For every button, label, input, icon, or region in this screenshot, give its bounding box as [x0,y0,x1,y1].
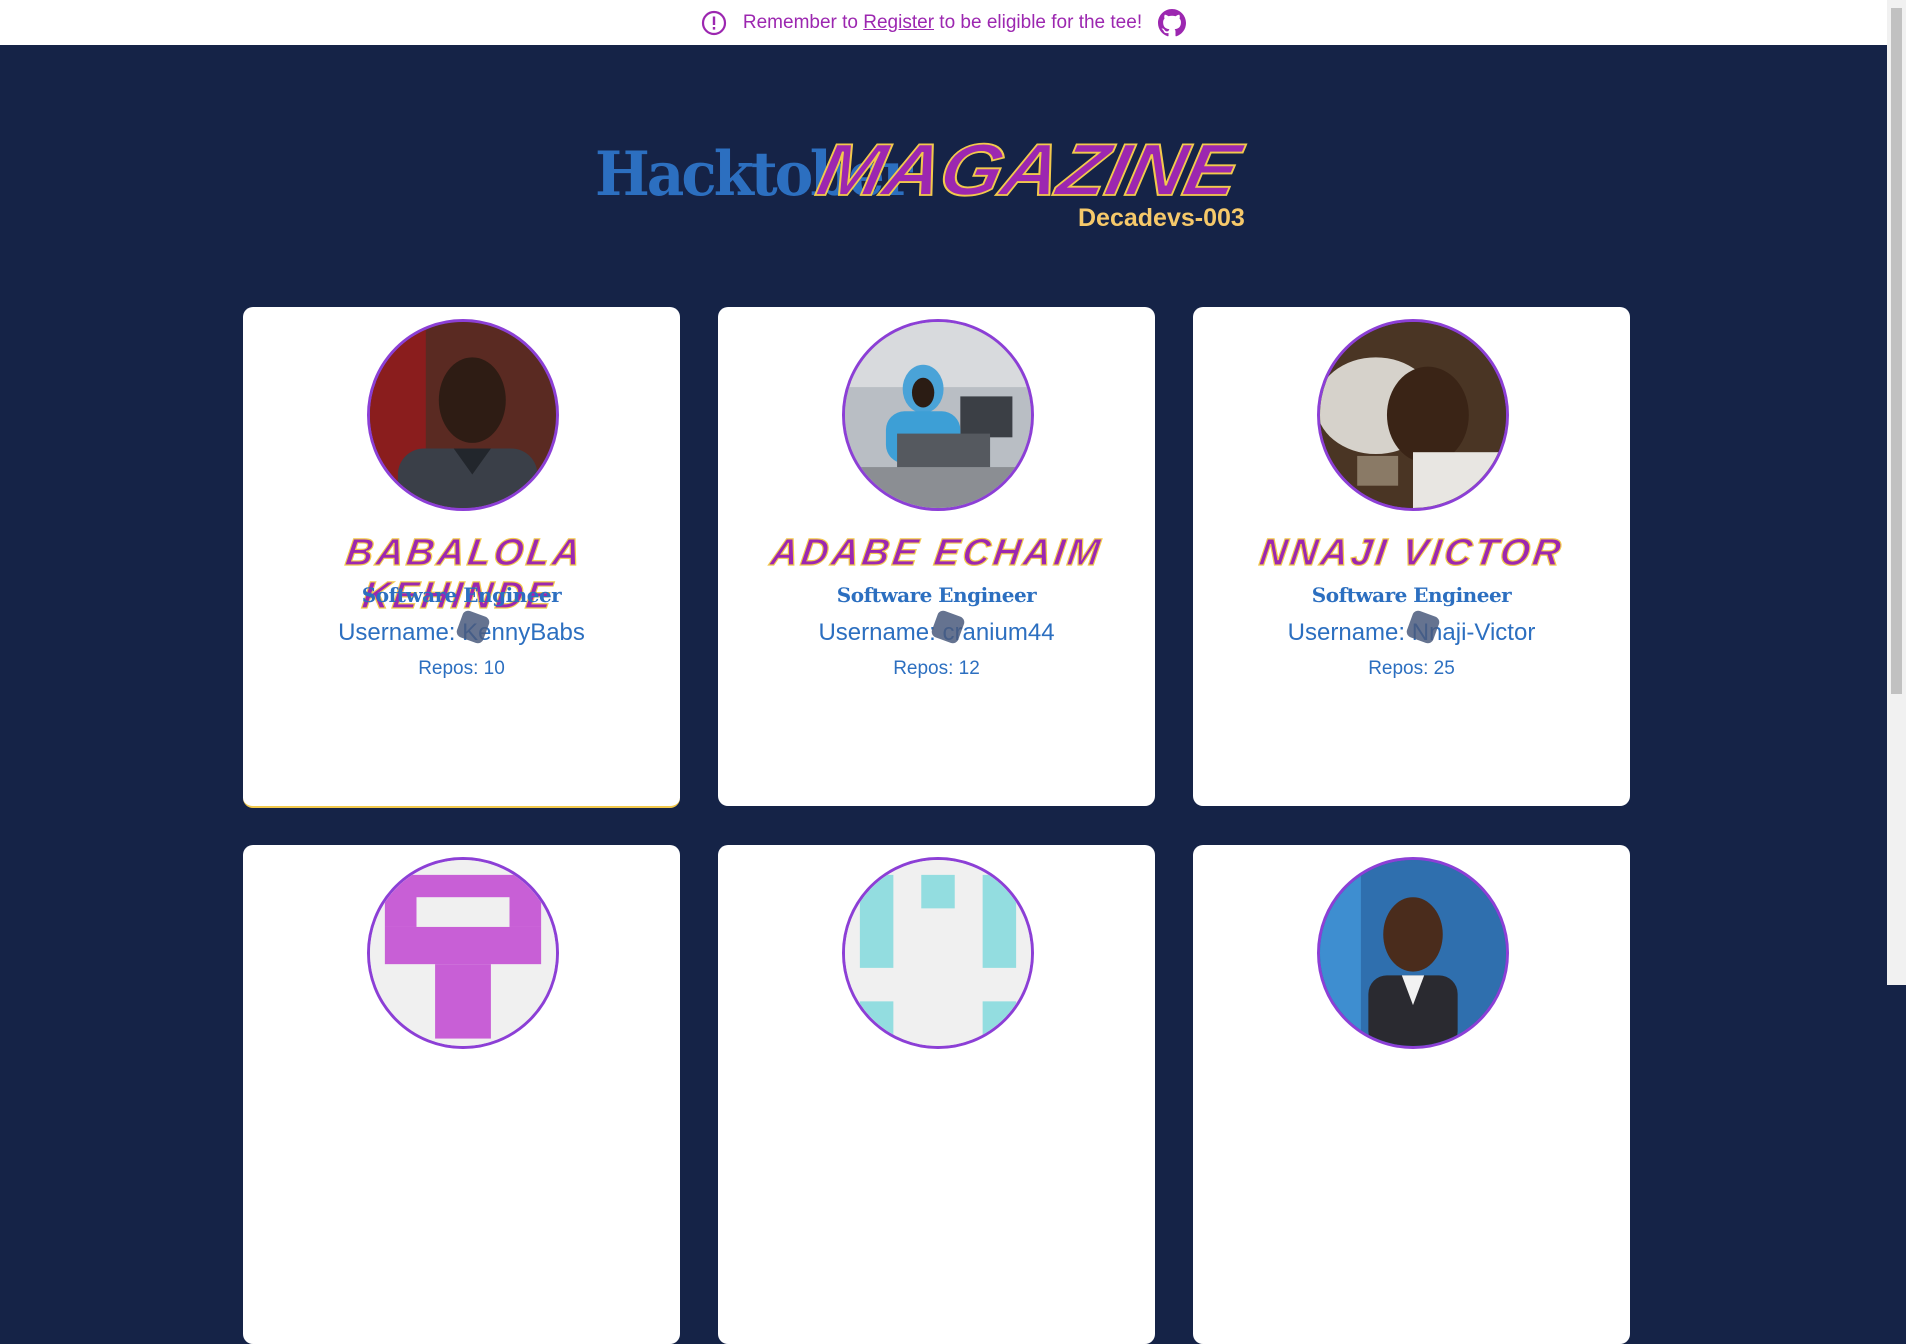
scrollbar-thumb[interactable] [1891,8,1902,694]
banner-message: Remember to Register to be eligible for … [743,12,1142,34]
profile-repos: Repos: 12 [893,658,980,679]
profile-name: NNAJI VICTOR [1256,531,1567,574]
avatar [367,319,559,511]
profile-card[interactable] [718,845,1155,1344]
page-scrollbar[interactable] [1887,0,1906,985]
avatar [842,857,1034,1049]
banner-text-before: Remember to [742,11,864,33]
profile-role: Software Engineer [361,583,562,607]
profile-card[interactable]: BABALOLA KEHINDE Software Engineer Usern… [243,307,680,808]
register-link[interactable]: Register [863,12,934,33]
profile-role: Software Engineer [1311,583,1512,607]
avatar [1317,857,1509,1049]
github-icon[interactable] [1158,8,1187,37]
profile-name: ADABE ECHAIM [767,531,1106,574]
hacktober-magazine-logo: Hacktober MAGAZINE Decadevs-003 [595,128,1255,238]
logo-subtitle: Decadevs-003 [1078,204,1245,232]
avatar [1317,319,1509,511]
alert-circle-icon [701,10,727,36]
profile-card[interactable]: NNAJI VICTOR Software Engineer Username:… [1193,307,1630,806]
profile-repos: Repos: 25 [1368,658,1455,679]
profile-card[interactable]: ADABE ECHAIM Software Engineer Username:… [718,307,1155,806]
avatar [367,857,559,1049]
avatar [842,319,1034,511]
profile-card[interactable] [1193,845,1630,1344]
profile-role: Software Engineer [836,583,1037,607]
announcement-banner: Remember to Register to be eligible for … [0,0,1887,45]
profile-repos: Repos: 10 [418,658,505,679]
logo-magazine: MAGAZINE [809,128,1247,212]
profile-card[interactable] [243,845,680,1344]
banner-text-after: to be eligible for the tee! [934,11,1143,33]
